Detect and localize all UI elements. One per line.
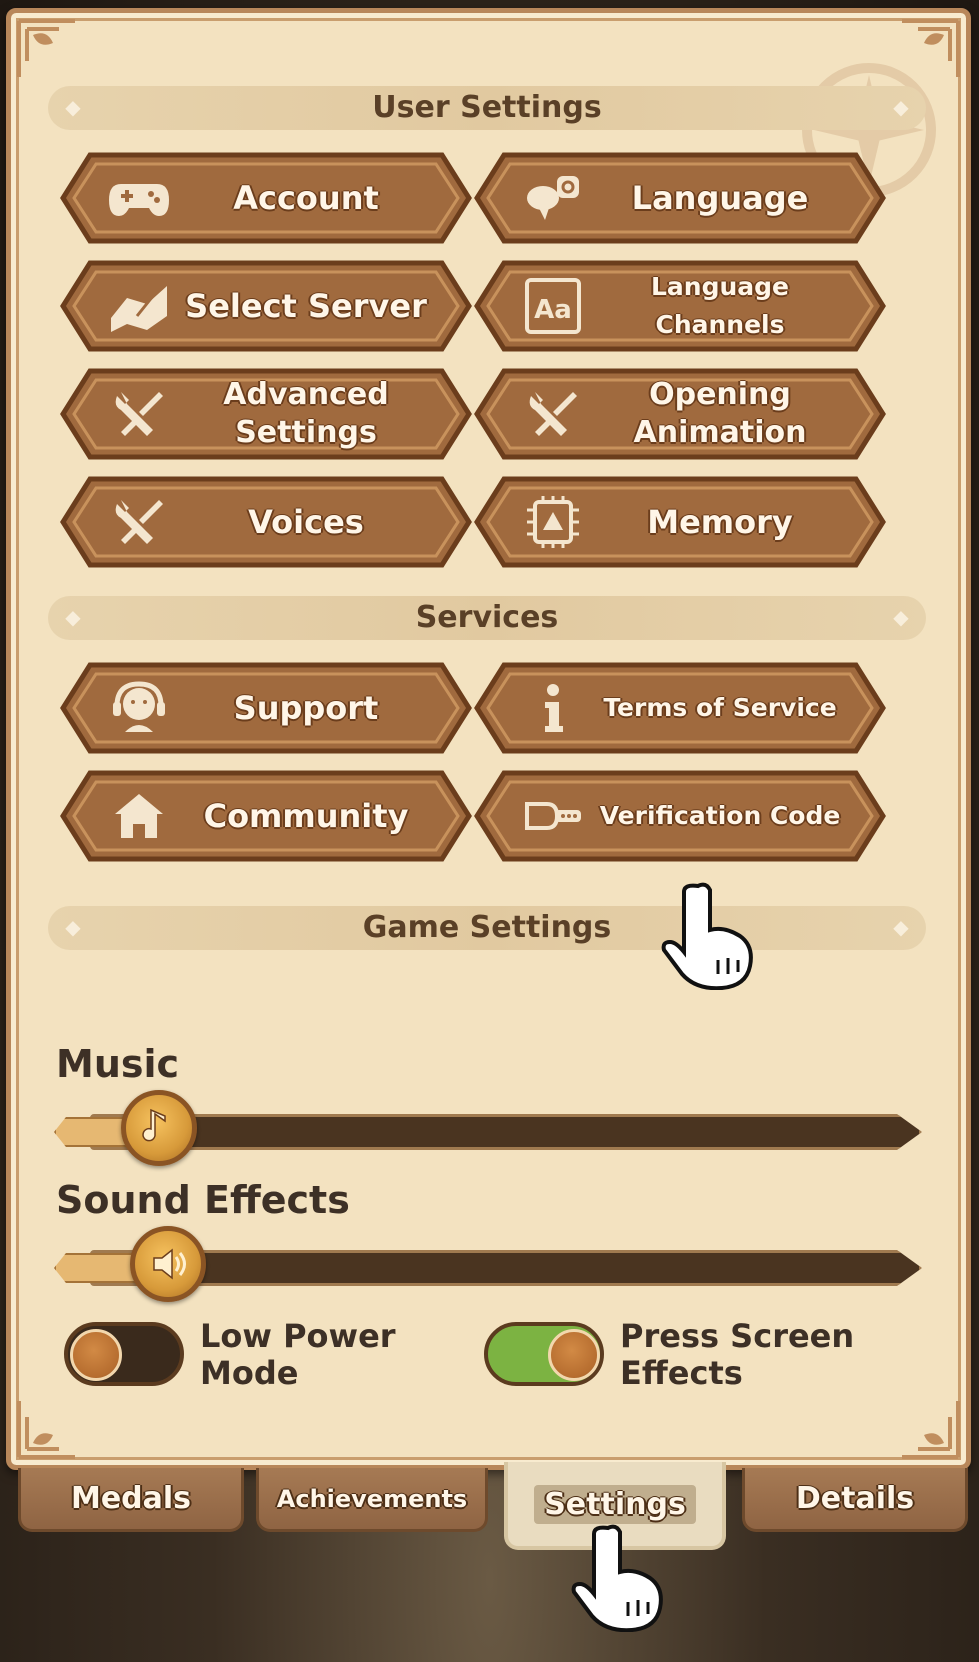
memory-button[interactable]: Memory [474,476,886,568]
key-icon [518,788,588,844]
gamepad-icon [104,170,174,226]
language-speech-icon [518,170,588,226]
pointer-hand-icon [660,880,760,991]
music-note-icon [142,1108,166,1142]
corner-ornament-icon [15,1391,85,1461]
low-power-mode-toggle[interactable] [64,1322,184,1386]
verification-code-button[interactable]: Verification Code [474,770,886,862]
diamond-ornament-icon: ◆ [893,95,909,119]
tab-medals[interactable]: Medals [18,1468,244,1532]
corner-ornament-icon [15,17,85,87]
corner-ornament-icon [892,1391,962,1461]
tab-achievements[interactable]: Achievements [256,1468,488,1532]
sound-effects-label: Sound Effects [56,1178,350,1222]
headset-icon [104,680,174,736]
slider-track [90,1250,922,1286]
press-screen-effects-toggle[interactable] [484,1322,604,1386]
wrench-screwdriver-icon [104,494,174,550]
opening-animation-button[interactable]: Opening Animation [474,368,886,460]
speaker-icon [153,1248,186,1280]
map-icon [104,278,174,334]
section-header-user-settings: ◆ User Settings ◆ [48,86,926,130]
terms-of-service-button[interactable]: Terms of Service [474,662,886,754]
press-screen-effects-label: Press Screen Effects [620,1317,855,1392]
music-slider[interactable] [50,1090,922,1166]
voices-button[interactable]: Voices [60,476,472,568]
diamond-ornament-icon: ◆ [65,95,81,119]
pointer-hand-icon [570,1522,670,1633]
diamond-ornament-icon: ◆ [65,605,81,629]
account-button[interactable]: Account [60,152,472,244]
advanced-settings-button[interactable]: Advanced Settings [60,368,472,460]
section-header-services: ◆ Services ◆ [48,596,926,640]
chip-icon [518,494,588,550]
wrench-screwdriver-icon [104,386,174,442]
language-channels-button[interactable]: Aa Language Channels [474,260,886,352]
music-label: Music [56,1042,180,1086]
bottom-tab-bar: Medals Achievements Settings Details [0,1462,979,1568]
diamond-ornament-icon: ◆ [65,915,81,939]
language-button[interactable]: Language [474,152,886,244]
svg-text:Aa: Aa [534,295,572,325]
select-server-button[interactable]: Select Server [60,260,472,352]
section-header-game-settings: ◆ Game Settings ◆ [48,906,926,950]
support-button[interactable]: Support [60,662,472,754]
text-aa-icon: Aa [518,278,588,334]
low-power-mode-label: Low Power Mode [200,1317,396,1392]
info-icon [518,680,588,736]
sound-effects-slider-handle[interactable] [130,1226,206,1302]
tab-details[interactable]: Details [742,1468,968,1532]
wrench-screwdriver-icon [518,386,588,442]
community-button[interactable]: Community [60,770,472,862]
sound-effects-slider[interactable] [50,1226,922,1302]
diamond-ornament-icon: ◆ [893,915,909,939]
diamond-ornament-icon: ◆ [893,605,909,629]
toggle-knob [70,1329,122,1381]
home-icon [104,788,174,844]
music-slider-handle[interactable] [121,1090,197,1166]
toggle-knob [548,1329,600,1381]
slider-track [90,1114,922,1150]
